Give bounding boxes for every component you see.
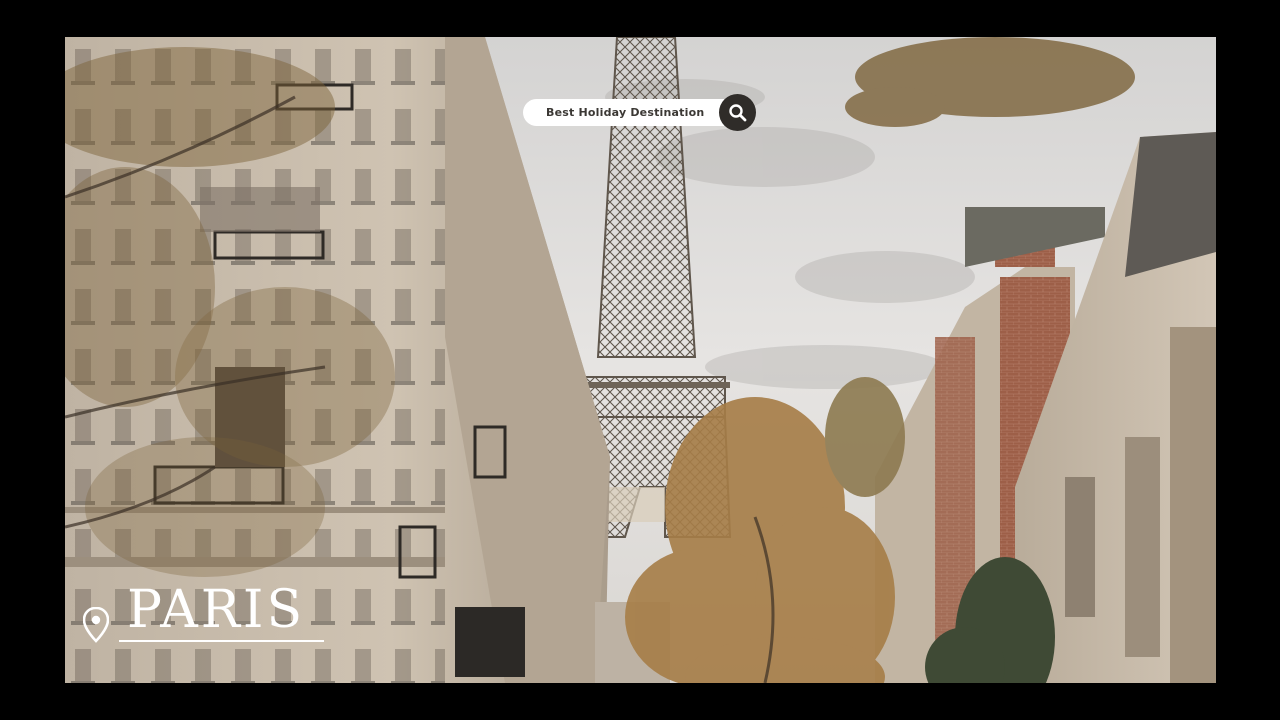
search-field[interactable]: Best Holiday Destination <box>523 99 737 126</box>
location-pin-icon <box>83 607 109 643</box>
search-bar[interactable]: Best Holiday Destination <box>523 94 756 131</box>
location-title: PARIS <box>127 580 306 640</box>
search-text: Best Holiday Destination <box>546 106 705 119</box>
search-button[interactable] <box>719 94 756 131</box>
search-icon <box>728 103 746 121</box>
location-title-block: PARIS <box>83 580 333 652</box>
title-underline <box>119 640 324 642</box>
